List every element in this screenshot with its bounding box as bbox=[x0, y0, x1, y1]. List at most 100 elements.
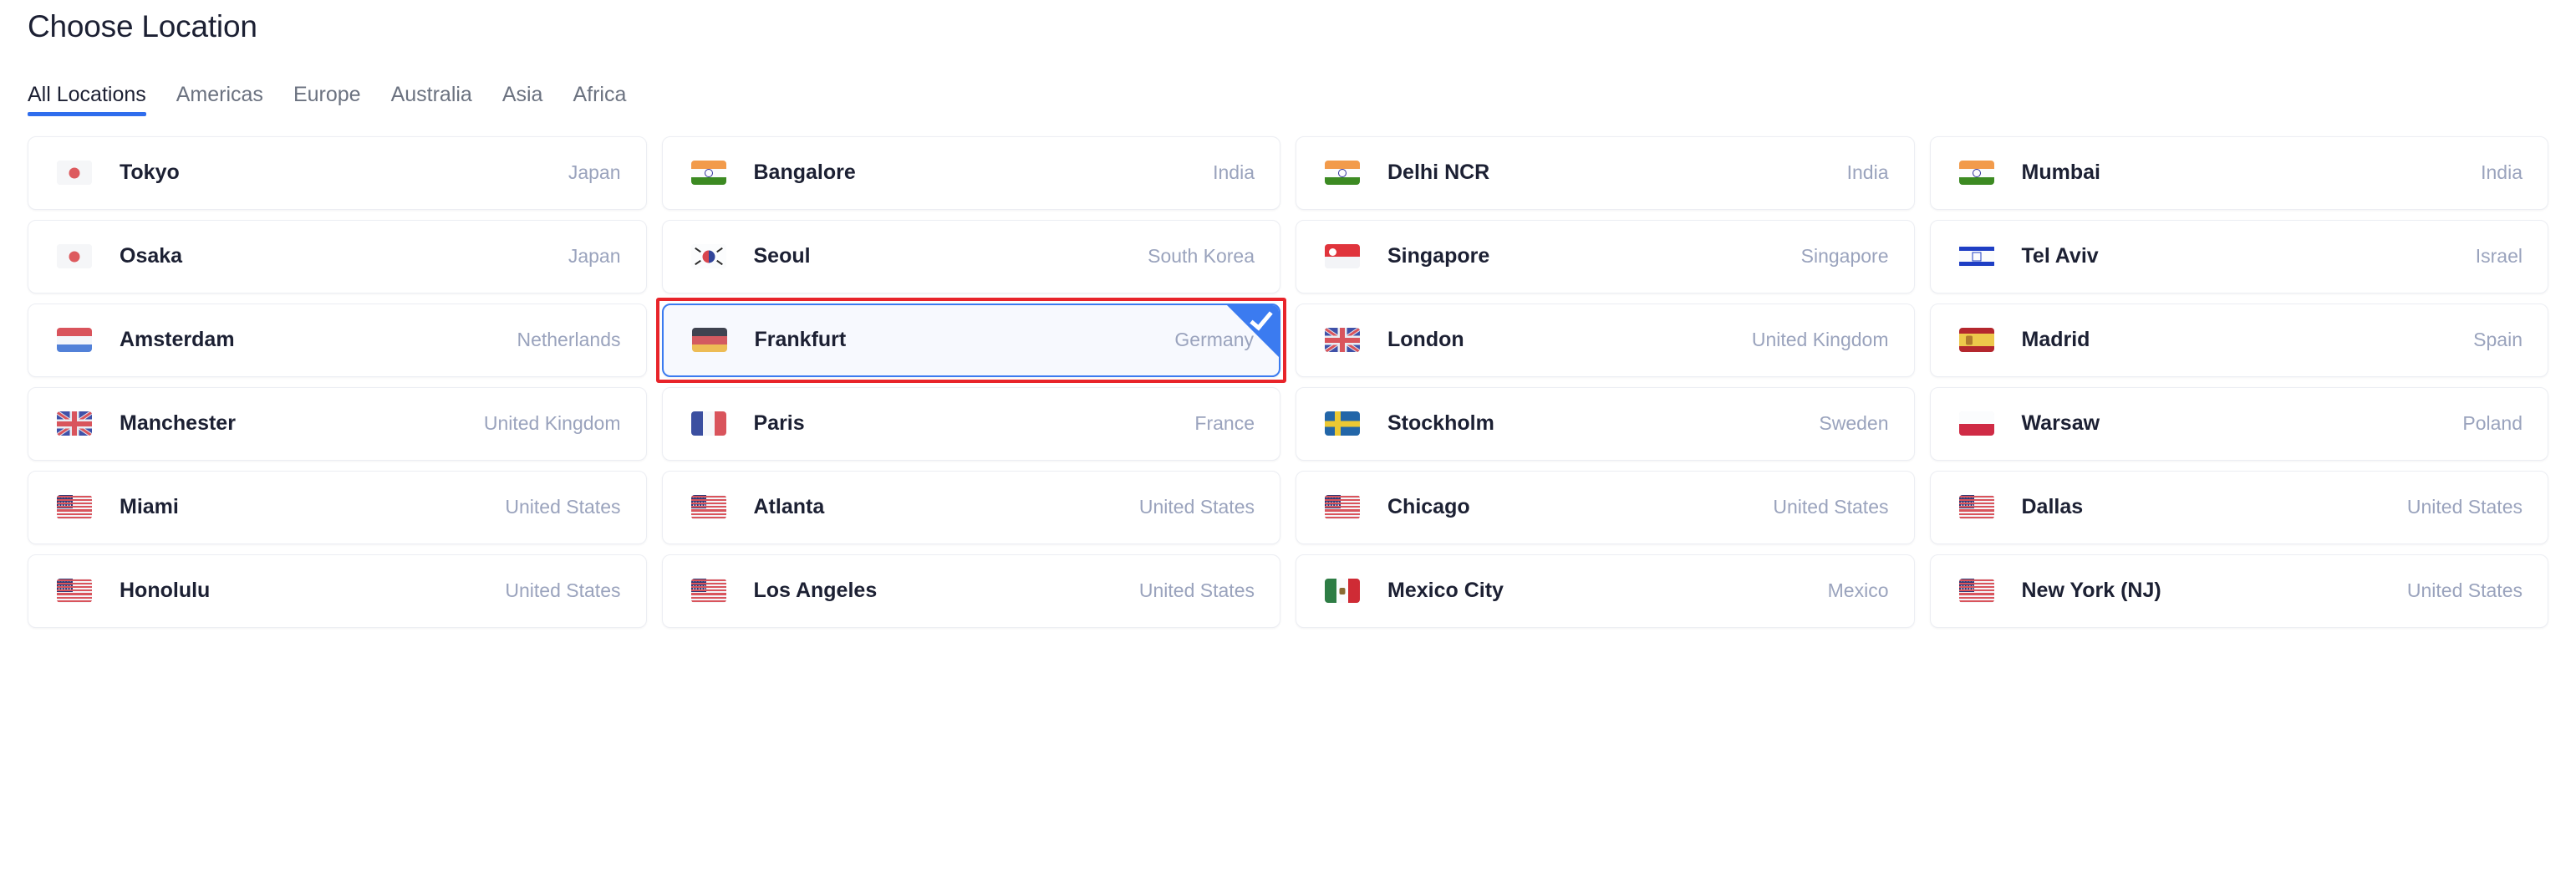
flag-sg-icon bbox=[1325, 244, 1360, 269]
location-country-name: India bbox=[1213, 161, 1255, 184]
flag-il-icon bbox=[1958, 244, 1994, 269]
location-country-name: United Kingdom bbox=[1751, 329, 1889, 351]
location-card[interactable]: Miami United States bbox=[28, 470, 647, 544]
location-card[interactable]: Warsaw Poland bbox=[1929, 386, 2548, 461]
location-city-name: Osaka bbox=[120, 244, 183, 268]
location-city-name: Singapore bbox=[1387, 244, 1490, 268]
location-country-name: Japan bbox=[568, 161, 621, 184]
location-card[interactable]: Paris France bbox=[661, 386, 1280, 461]
flag-in-icon bbox=[1958, 161, 1994, 186]
tab-australia[interactable]: Australia bbox=[376, 84, 487, 116]
flag-us-icon bbox=[690, 579, 726, 604]
flag-nl-icon bbox=[57, 328, 92, 353]
location-country-name: Mexico bbox=[1827, 579, 1889, 602]
location-city-name: Mexico City bbox=[1387, 579, 1504, 603]
location-card[interactable]: Tokyo Japan bbox=[28, 135, 647, 210]
location-card[interactable]: Chicago United States bbox=[1296, 470, 1915, 544]
location-country-name: United States bbox=[2406, 496, 2523, 518]
flag-fr-icon bbox=[690, 411, 726, 436]
flag-us-icon bbox=[57, 495, 92, 520]
tab-europe[interactable]: Europe bbox=[278, 84, 376, 116]
location-card[interactable]: Frankfurt Germany bbox=[661, 303, 1280, 377]
flag-gb-icon bbox=[57, 411, 92, 436]
location-country-name: Spain bbox=[2473, 329, 2523, 351]
location-country-name: India bbox=[2481, 161, 2523, 184]
location-country-name: United States bbox=[505, 579, 621, 602]
location-city-name: Tel Aviv bbox=[2021, 244, 2099, 268]
location-country-name: Netherlands bbox=[517, 329, 621, 351]
location-city-name: Miami bbox=[120, 495, 179, 519]
location-country-name: South Korea bbox=[1148, 245, 1255, 268]
location-city-name: Dallas bbox=[2021, 495, 2084, 519]
flag-in-icon bbox=[1325, 161, 1360, 186]
location-city-name: Bangalore bbox=[753, 161, 856, 185]
tab-americas[interactable]: Americas bbox=[161, 84, 278, 116]
location-country-name: United States bbox=[1138, 496, 1255, 518]
tab-africa[interactable]: Africa bbox=[557, 84, 641, 116]
flag-us-icon bbox=[1958, 579, 1994, 604]
location-country-name: United Kingdom bbox=[483, 412, 621, 435]
location-country-name: Poland bbox=[2462, 412, 2523, 435]
location-card[interactable]: Tel Aviv Israel bbox=[1929, 219, 2548, 293]
location-country-name: Singapore bbox=[1800, 245, 1889, 268]
flag-gb-icon bbox=[1325, 328, 1360, 353]
location-card[interactable]: Seoul South Korea bbox=[661, 219, 1280, 293]
flag-jp-icon bbox=[57, 161, 92, 186]
location-card[interactable]: Singapore Singapore bbox=[1296, 219, 1915, 293]
location-country-name: Japan bbox=[568, 245, 621, 268]
page-title: Choose Location bbox=[28, 9, 257, 43]
location-country-name: United States bbox=[1138, 579, 1255, 602]
flag-us-icon bbox=[1325, 495, 1360, 520]
choose-location-page: Choose Location All Locations Americas Eur… bbox=[0, 0, 2576, 893]
location-card[interactable]: Bangalore India bbox=[661, 135, 1280, 210]
location-country-name: United States bbox=[505, 496, 621, 518]
tab-asia[interactable]: Asia bbox=[487, 84, 558, 116]
location-card[interactable]: Madrid Spain bbox=[1929, 303, 2548, 377]
locations-grid: Tokyo Japan Bangalore India Delhi NCR India Mu… bbox=[28, 135, 2548, 628]
flag-se-icon bbox=[1325, 411, 1360, 436]
location-card[interactable]: Delhi NCR India bbox=[1296, 135, 1915, 210]
location-card[interactable]: Los Angeles United States bbox=[661, 554, 1280, 628]
location-country-name: United States bbox=[1773, 496, 1889, 518]
flag-jp-icon bbox=[57, 244, 92, 269]
location-card[interactable]: Honolulu United States bbox=[28, 554, 647, 628]
location-card[interactable]: New York (NJ) United States bbox=[1929, 554, 2548, 628]
location-country-name: Germany bbox=[1174, 329, 1254, 351]
location-card[interactable]: London United Kingdom bbox=[1296, 303, 1915, 377]
region-tabs: All Locations Americas Europe Australia Asia… bbox=[28, 78, 2548, 116]
location-country-name: Israel bbox=[2475, 245, 2523, 268]
location-card[interactable]: Amsterdam Netherlands bbox=[28, 303, 647, 377]
location-card[interactable]: Stockholm Sweden bbox=[1296, 386, 1915, 461]
location-city-name: Chicago bbox=[1387, 495, 1470, 519]
flag-kr-icon bbox=[690, 244, 726, 269]
location-city-name: Los Angeles bbox=[753, 579, 878, 603]
flag-de-icon bbox=[691, 328, 727, 353]
location-city-name: Tokyo bbox=[120, 161, 180, 185]
location-country-name: Sweden bbox=[1819, 412, 1889, 435]
location-city-name: Stockholm bbox=[1387, 411, 1494, 436]
location-city-name: Honolulu bbox=[120, 579, 211, 603]
location-card[interactable]: Mumbai India bbox=[1929, 135, 2548, 210]
location-city-name: New York (NJ) bbox=[2021, 579, 2161, 603]
location-card[interactable]: Atlanta United States bbox=[661, 470, 1280, 544]
flag-us-icon bbox=[690, 495, 726, 520]
location-card[interactable]: Mexico City Mexico bbox=[1296, 554, 1915, 628]
location-country-name: United States bbox=[2406, 579, 2523, 602]
location-card[interactable]: Manchester United Kingdom bbox=[28, 386, 647, 461]
location-city-name: Frankfurt bbox=[754, 328, 847, 352]
location-city-name: Seoul bbox=[753, 244, 811, 268]
location-card[interactable]: Osaka Japan bbox=[28, 219, 647, 293]
location-city-name: Amsterdam bbox=[120, 328, 235, 352]
location-city-name: Delhi NCR bbox=[1387, 161, 1490, 185]
flag-in-icon bbox=[690, 161, 726, 186]
location-card[interactable]: Dallas United States bbox=[1929, 470, 2548, 544]
tab-all-locations[interactable]: All Locations bbox=[28, 84, 161, 116]
flag-es-icon bbox=[1958, 328, 1994, 353]
flag-mx-icon bbox=[1325, 579, 1360, 604]
flag-us-icon bbox=[1958, 495, 1994, 520]
flag-pl-icon bbox=[1958, 411, 1994, 436]
location-country-name: France bbox=[1194, 412, 1255, 435]
location-city-name: Paris bbox=[753, 411, 805, 436]
location-city-name: London bbox=[1387, 328, 1464, 352]
location-city-name: Manchester bbox=[120, 411, 236, 436]
